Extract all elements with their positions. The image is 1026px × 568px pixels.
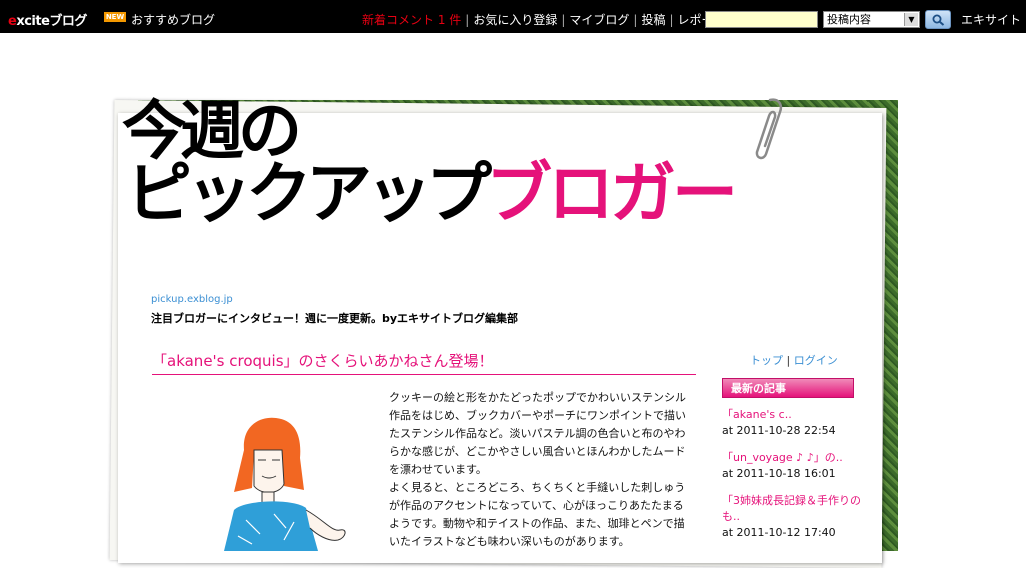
recent-post-link[interactable]: 「3姉妹成長記録＆手作りのも..	[722, 493, 862, 525]
chevron-down-icon: ▼	[904, 13, 918, 26]
post-paragraph-2: よく見ると、ところどころ、ちくちくと手縫いした刺しゅうが作品のアクセントになって…	[389, 481, 686, 548]
search-scope-value: 投稿内容	[827, 13, 871, 26]
user-nav: 新着コメント 1 件 | お気に入り登録 | マイブログ | 投稿 | レポート	[362, 13, 726, 27]
recent-post-date: at 2011-10-28 22:54	[722, 424, 836, 437]
sidebar-links: トップ | ログイン	[750, 354, 838, 367]
search-icon	[932, 14, 945, 26]
paperclip-icon	[755, 98, 783, 160]
login-link[interactable]: ログイン	[794, 354, 838, 367]
search-scope-select[interactable]: 投稿内容 ▼	[823, 11, 920, 28]
recent-post-date: at 2011-10-12 17:40	[722, 526, 836, 539]
excite-blog-logo[interactable]: exciteブログ	[8, 10, 87, 29]
recent-post-date: at 2011-10-18 16:01	[722, 467, 836, 480]
girl-illustration-image	[224, 417, 346, 551]
page-title-pink: ブロガー	[486, 155, 738, 232]
blog-url-link[interactable]: pickup.exblog.jp	[151, 294, 233, 305]
recent-post-item: 「akane's c.. at 2011-10-28 22:54	[722, 407, 862, 439]
add-favorite-link[interactable]: お気に入り登録	[473, 13, 557, 27]
blog-description: 注目ブロガーにインタビュー！週に一度更新。byエキサイトブログ編集部	[151, 312, 519, 325]
page-title-black: ピックアップ	[126, 154, 492, 232]
recent-post-item: 「3姉妹成長記録＆手作りのも.. at 2011-10-12 17:40	[722, 493, 862, 541]
recommended-blogs-link[interactable]: おすすめブログ	[131, 11, 215, 28]
recent-posts-header: 最新の記事	[722, 378, 854, 398]
post-body: クッキーの絵と形をかたどったポップでかわいいステンシル作品をはじめ、ブックカバー…	[389, 389, 687, 551]
recent-post-link[interactable]: 「akane's c..	[722, 407, 862, 423]
top-link[interactable]: トップ	[750, 354, 783, 367]
post-link[interactable]: 投稿	[641, 13, 665, 27]
new-badge: NEW	[104, 12, 126, 22]
search-button[interactable]	[925, 10, 951, 29]
post-paragraph-1: クッキーの絵と形をかたどったポップでかわいいステンシル作品をはじめ、ブックカバー…	[389, 391, 686, 476]
my-blog-link[interactable]: マイブログ	[569, 13, 629, 27]
recent-post-link[interactable]: 「un_voyage ♪ ♪」の..	[722, 450, 862, 466]
page-title-line2: ピックアップブロガー	[126, 160, 738, 227]
recent-post-item: 「un_voyage ♪ ♪」の.. at 2011-10-18 16:01	[722, 450, 862, 482]
search-input[interactable]	[705, 11, 818, 28]
global-header: exciteブログ NEW おすすめブログ 新着コメント 1 件 | お気に入り登録…	[0, 0, 1026, 33]
post-title-link[interactable]: 「akane's croquis」のさくらいあかねさん登場！	[152, 350, 696, 375]
excite-brand-link[interactable]: エキサイト	[961, 11, 1021, 28]
new-comment-link[interactable]: 新着コメント 1 件	[362, 13, 461, 27]
